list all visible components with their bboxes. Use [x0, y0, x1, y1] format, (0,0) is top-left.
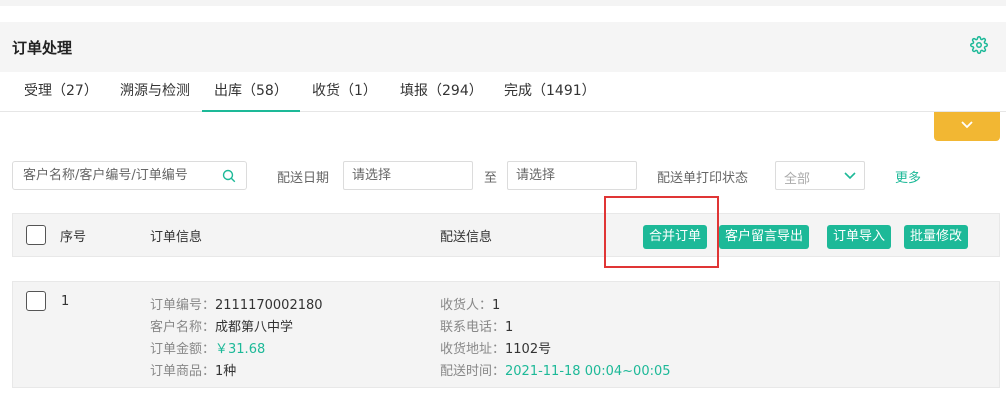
select-all-checkbox[interactable]	[26, 225, 46, 245]
print-status-value: 全部	[784, 172, 811, 187]
search-input[interactable]	[13, 162, 213, 189]
tab-bar: 受理（27） 溯源与检测 出库（58） 收货（1） 填报（294） 完成（149…	[0, 74, 1006, 112]
date-end-box	[507, 161, 637, 190]
header-order-info: 订单信息	[150, 230, 203, 245]
chevron-down-icon	[961, 121, 973, 129]
print-status-label: 配送单打印状态	[657, 171, 749, 186]
date-start-box	[343, 161, 473, 190]
order-number: 订单编号：2111170002180	[150, 298, 323, 313]
header-index: 序号	[60, 230, 87, 245]
more-link[interactable]: 更多	[895, 167, 921, 186]
print-status-select[interactable]: 全部	[775, 161, 865, 190]
page-title: 订单处理	[12, 39, 73, 57]
tab-accepted[interactable]: 受理（27）	[24, 74, 98, 112]
tab-completed[interactable]: 完成（1491）	[504, 74, 596, 112]
top-strip	[0, 0, 1006, 6]
tab-traceability[interactable]: 溯源与检测	[120, 74, 190, 112]
search-box	[12, 161, 247, 190]
header-delivery-info: 配送信息	[440, 230, 493, 245]
order-goods: 订单商品：1种	[150, 364, 237, 379]
row-checkbox[interactable]	[26, 291, 46, 311]
tab-reporting[interactable]: 填报（294）	[400, 74, 483, 112]
date-start-input[interactable]	[344, 162, 472, 189]
search-icon[interactable]	[222, 169, 236, 187]
date-label: 配送日期	[277, 171, 330, 186]
page-header: 订单处理	[0, 22, 1006, 72]
order-amount: 订单金额：￥31.68	[150, 342, 266, 357]
delivery-address: 收货地址：1102号	[440, 342, 552, 357]
gear-icon[interactable]	[970, 36, 988, 54]
date-end-input[interactable]	[508, 162, 636, 189]
table-row: 1 订单编号：2111170002180 客户名称：成都第八中学 订单金额：￥3…	[12, 281, 1000, 388]
tab-outbound[interactable]: 出库（58）	[202, 74, 300, 112]
batch-edit-button[interactable]: 批量修改	[904, 225, 969, 249]
chevron-down-icon	[844, 172, 856, 180]
contact-phone: 联系电话：1	[440, 320, 514, 335]
expand-button[interactable]	[934, 112, 1000, 141]
row-index: 1	[61, 294, 70, 309]
import-orders-button[interactable]: 订单导入	[827, 225, 892, 249]
highlight-box	[604, 196, 719, 268]
receiver: 收货人：1	[440, 298, 501, 313]
delivery-time: 配送时间：2021-11-18 00:04~00:05	[440, 364, 671, 379]
customer-name: 客户名称：成都第八中学	[150, 320, 294, 335]
export-customer-messages-button[interactable]: 客户留言导出	[719, 225, 810, 249]
tab-receiving[interactable]: 收货（1）	[312, 74, 377, 112]
date-separator: 至	[484, 171, 498, 186]
table-header: 序号 订单信息 配送信息 合并订单 客户留言导出 订单导入 批量修改	[12, 213, 1000, 257]
